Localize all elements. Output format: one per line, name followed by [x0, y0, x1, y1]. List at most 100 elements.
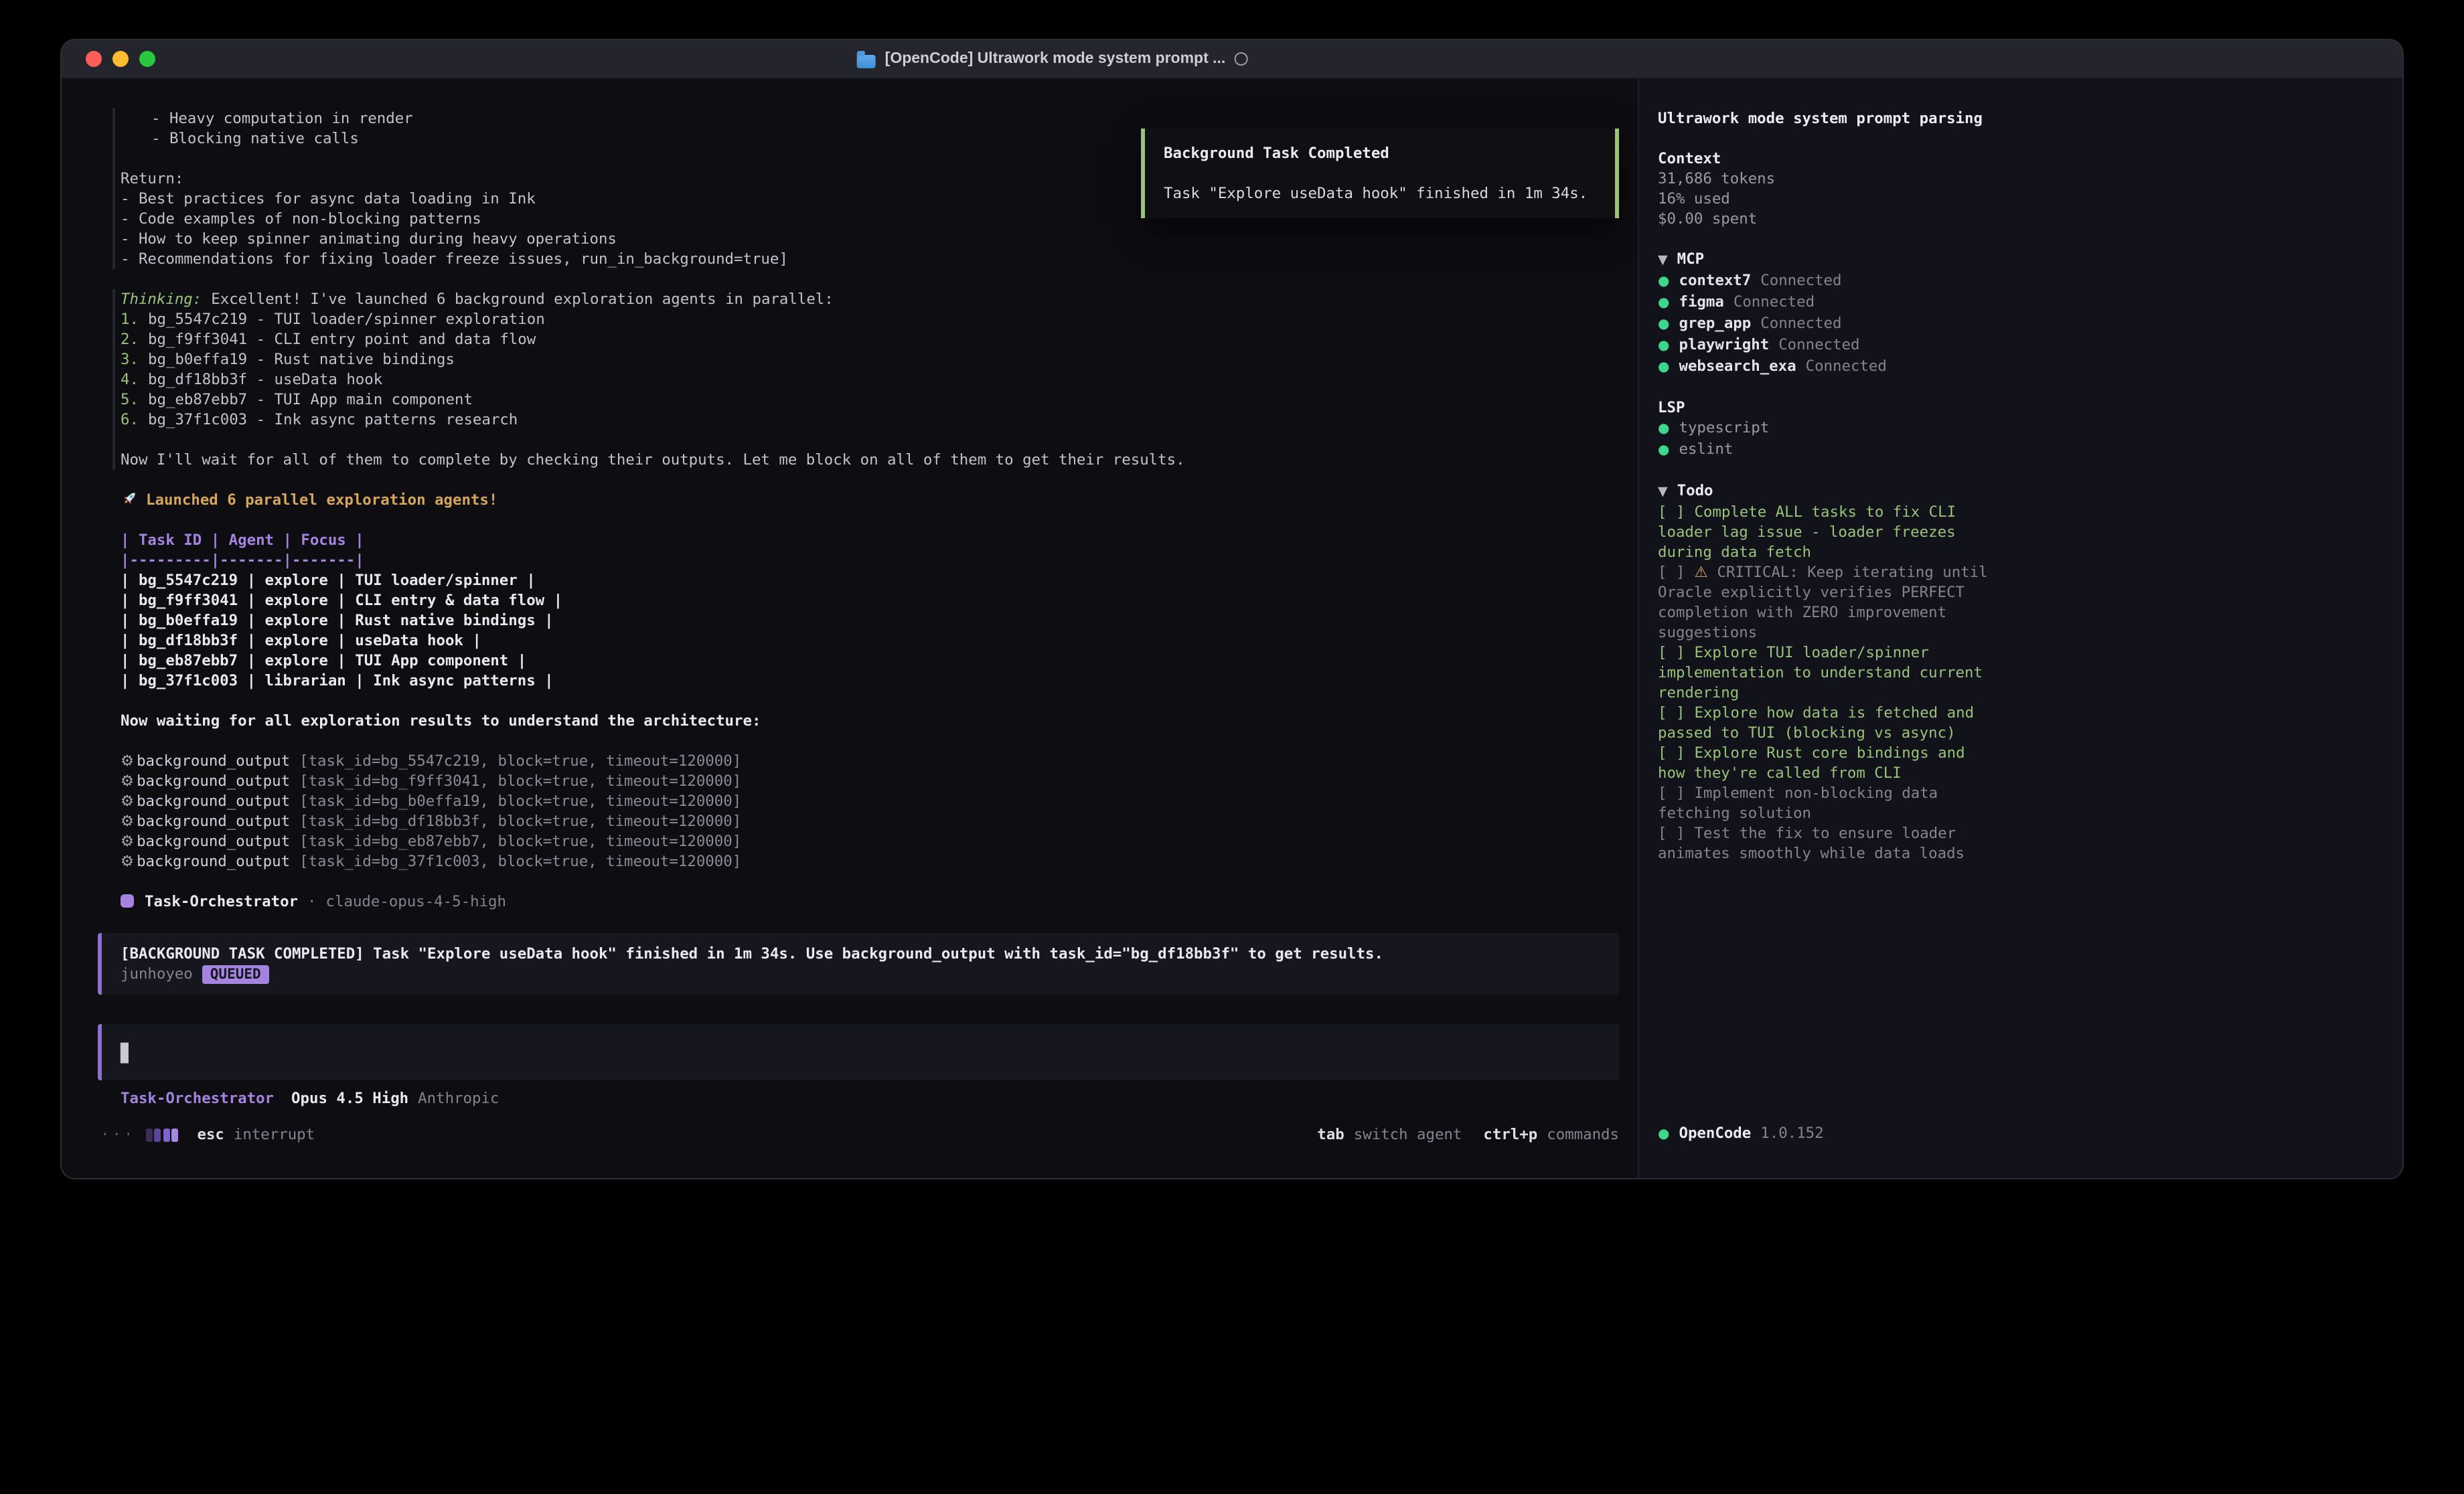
tool-name: background_output: [137, 793, 290, 810]
status-dot-icon: ●: [1658, 360, 1669, 375]
todo-item: [ ]Explore Rust core bindings and how th…: [1658, 743, 1993, 783]
tool-name: background_output: [137, 833, 290, 850]
thinking-list-item: 6. bg_37f1c003 - Ink async patterns resea…: [121, 410, 1638, 430]
mcp-item: ●figmaConnected: [1658, 292, 2384, 313]
thinking-list-item: 1.bg_5547c219 - TUI loader/spinner explo…: [121, 309, 1638, 329]
todo-item: [ ]Explore how data is fetched and passe…: [1658, 703, 1993, 743]
tab-label: switch agent: [1354, 1126, 1462, 1143]
agent-name: Task-Orchestrator: [145, 893, 298, 910]
status-dot-icon: ●: [1658, 317, 1669, 332]
provider-label: Anthropic: [418, 1090, 499, 1107]
version-number: 1.0.152: [1760, 1125, 1823, 1142]
titlebar: [OpenCode] Ultrawork mode system prompt …: [62, 40, 2402, 79]
mcp-name: websearch_exa: [1679, 357, 1796, 375]
window-content: - Heavy computation in render - Blocking…: [62, 79, 2402, 1178]
record-ring-icon: [1235, 52, 1248, 66]
esc-key: esc: [197, 1126, 224, 1143]
list-text: bg_37f1c003 - Ink async patterns researc…: [148, 411, 518, 428]
todo-item: [ ]Test the fix to ensure loader animate…: [1658, 823, 1993, 863]
mcp-status: Connected: [1806, 357, 1887, 375]
todo-section-title[interactable]: ▼Todo: [1658, 481, 2384, 502]
status-dot-icon: ●: [1658, 296, 1669, 311]
tool-args: [task_id=bg_37f1c003, block=true, timeou…: [299, 853, 741, 870]
progress-spinner: ···: [100, 1125, 178, 1145]
app-version: ●OpenCode1.0.152: [1658, 1123, 1824, 1145]
agent-icon: [121, 894, 134, 908]
mcp-status: Connected: [1760, 315, 1841, 332]
context-section-title: Context: [1658, 149, 2384, 169]
todo-checkbox: [ ]: [1658, 744, 1685, 762]
window-controls: [86, 40, 155, 78]
launch-banner: Launched 6 parallel exploration agents!: [121, 490, 1638, 510]
status-dot-icon: ●: [1658, 443, 1669, 458]
window-title: [OpenCode] Ultrawork mode system prompt …: [857, 40, 1249, 78]
status-dot-icon: ●: [1658, 274, 1669, 289]
prompt-input[interactable]: ▊: [98, 1024, 1619, 1080]
esc-label: interrupt: [234, 1126, 315, 1143]
context-spent: $0.00 spent: [1658, 209, 2384, 229]
mcp-status: Connected: [1734, 293, 1815, 311]
todo-checkbox: [ ]: [1658, 644, 1685, 661]
table-header-row: | Task ID | Agent | Focus |: [121, 530, 1638, 550]
warning-icon: ⚠: [1694, 564, 1707, 581]
transcript[interactable]: - Heavy computation in render - Blocking…: [62, 79, 1638, 1108]
separator-dot: ·: [307, 893, 317, 910]
todo-text: Implement non-blocking data fetching sol…: [1658, 784, 1938, 822]
zoom-window-button[interactable]: [139, 51, 155, 67]
mcp-name: context7: [1679, 272, 1751, 289]
tool-output-line: - Recommendations for fixing loader free…: [121, 249, 1638, 269]
mcp-status: Connected: [1760, 272, 1841, 289]
thinking-label: Thinking:: [121, 290, 202, 308]
thinking-intro-text: Excellent! I've launched 6 background ex…: [211, 290, 834, 308]
tab-hint: tab switch agent: [1317, 1125, 1462, 1145]
status-bar: ··· escinterrupt tabswitch agent ctrl+pc…: [100, 1125, 1619, 1145]
spinner-dots: ···: [100, 1125, 135, 1145]
model-label: Opus 4.5 High: [291, 1090, 408, 1107]
tool-call-line: ⚙background_output[task_id=bg_37f1c003, …: [121, 851, 1638, 872]
tool-call-line: ⚙background_output[task_id=bg_f9ff3041, …: [121, 771, 1638, 791]
list-number: 3.: [121, 351, 139, 368]
todo-item: [ ]Implement non-blocking data fetching …: [1658, 783, 1993, 823]
esc-hint: esc interrupt: [197, 1125, 315, 1145]
todo-checkbox: [ ]: [1658, 503, 1685, 521]
todo-item: [ ]⚠CRITICAL: Keep iterating until Oracl…: [1658, 562, 1993, 643]
tab-key: tab: [1317, 1126, 1344, 1143]
text-cursor: ▊: [121, 1044, 131, 1064]
chevron-down-icon: ▼: [1658, 485, 1668, 499]
agent-name: Task-Orchestrator: [121, 1090, 274, 1107]
todo-checkbox: [ ]: [1658, 825, 1685, 842]
tool-args: [task_id=bg_f9ff3041, block=true, timeou…: [299, 772, 741, 790]
gear-icon: ⚙: [121, 752, 134, 770]
todo-text: Explore TUI loader/spinner implementatio…: [1658, 644, 1983, 701]
mcp-name: grep_app: [1679, 315, 1751, 332]
todo-text: Test the fix to ensure loader animates s…: [1658, 825, 1965, 862]
todo-item: [ ]Explore TUI loader/spinner implementa…: [1658, 643, 1993, 703]
gear-icon: ⚙: [121, 793, 134, 810]
notification-body: Task "Explore useData hook" finished in …: [1164, 183, 1596, 203]
lsp-name: eslint: [1679, 440, 1733, 458]
spinner-segment: [163, 1128, 169, 1141]
tool-output-line: - Heavy computation in render: [121, 108, 1638, 129]
list-number: 5.: [121, 391, 139, 408]
ctrlp-key: ctrl+p: [1483, 1126, 1537, 1143]
list-number: 1.: [121, 311, 139, 328]
todo-checkbox: [ ]: [1658, 564, 1685, 581]
todo-checkbox: [ ]: [1658, 704, 1685, 722]
tool-args: [task_id=bg_b0effa19, block=true, timeou…: [299, 793, 741, 810]
list-text: bg_f9ff3041 - CLI entry point and data f…: [148, 331, 536, 348]
minimize-window-button[interactable]: [112, 51, 129, 67]
chevron-down-icon: ▼: [1658, 253, 1668, 268]
mcp-section-title[interactable]: ▼MCP: [1658, 249, 2384, 270]
table-row: | bg_eb87ebb7 | explore | TUI App compon…: [121, 651, 1638, 671]
close-window-button[interactable]: [86, 51, 102, 67]
list-number: 6.: [121, 411, 139, 428]
gear-icon: ⚙: [121, 813, 134, 830]
tool-name: background_output: [137, 772, 290, 790]
queued-badge: QUEUED: [202, 965, 269, 984]
list-text: bg_df18bb3f - useData hook: [148, 371, 382, 388]
spinner-segment: [171, 1128, 178, 1141]
mcp-status: Connected: [1778, 336, 1859, 353]
gear-icon: ⚙: [121, 853, 134, 870]
mcp-item: ● context7 Connected: [1658, 270, 2384, 292]
list-number: 4.: [121, 371, 139, 388]
